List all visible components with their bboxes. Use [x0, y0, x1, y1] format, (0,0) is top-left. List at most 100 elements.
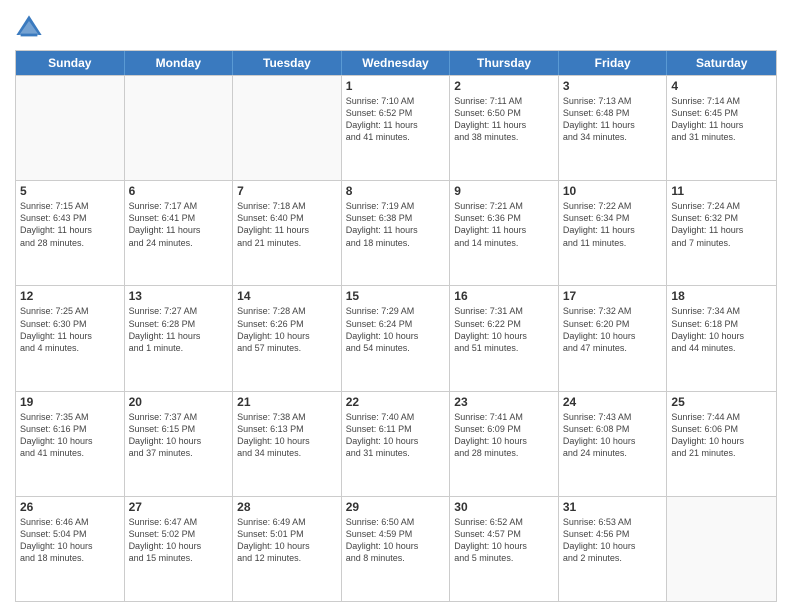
day-cell-28: 28 Sunrise: 6:49 AM Sunset: 5:01 PM Dayli… — [233, 497, 342, 601]
day-number: 30 — [454, 500, 554, 514]
day-cell-1: 1 Sunrise: 7:10 AM Sunset: 6:52 PM Daylig… — [342, 76, 451, 180]
day-info: Sunrise: 7:38 AM Sunset: 6:13 PM Dayligh… — [237, 411, 337, 460]
day-cell-13: 13 Sunrise: 7:27 AM Sunset: 6:28 PM Dayli… — [125, 286, 234, 390]
day-cell-27: 27Sunrise: 6:47 AM Sunset: 5:02 PM Dayli… — [125, 497, 234, 601]
day-cell-29: 29 Sunrise: 6:50 AM Sunset: 4:59 PM Dayli… — [342, 497, 451, 601]
day-number: 12 — [20, 289, 120, 303]
day-info: Sunrise: 7:14 AM Sunset: 6:45 PM Dayligh… — [671, 95, 772, 144]
header-day-tuesday: Tuesday — [233, 51, 342, 75]
day-cell-5: 5Sunrise: 7:15 AM Sunset: 6:43 PM Daylig… — [16, 181, 125, 285]
day-info: Sunrise: 7:22 AM Sunset: 6:34 PM Dayligh… — [563, 200, 663, 249]
day-number: 28 — [237, 500, 337, 514]
day-cell-8: 8Sunrise: 7:19 AM Sunset: 6:38 PM Daylig… — [342, 181, 451, 285]
day-cell-30: 30 Sunrise: 6:52 AM Sunset: 4:57 PM Dayli… — [450, 497, 559, 601]
day-cell-11: 11Sunrise: 7:24 AM Sunset: 6:32 PM Dayli… — [667, 181, 776, 285]
day-info: Sunrise: 6:52 AM Sunset: 4:57 PM Dayligh… — [454, 516, 554, 565]
day-info: Sunrise: 7:13 AM Sunset: 6:48 PM Dayligh… — [563, 95, 663, 144]
day-info: Sunrise: 6:50 AM Sunset: 4:59 PM Dayligh… — [346, 516, 446, 565]
day-info: Sunrise: 7:31 AM Sunset: 6:22 PM Dayligh… — [454, 305, 554, 354]
day-number: 5 — [20, 184, 120, 198]
header-day-thursday: Thursday — [450, 51, 559, 75]
day-cell-16: 16 Sunrise: 7:31 AM Sunset: 6:22 PM Dayli… — [450, 286, 559, 390]
header-day-monday: Monday — [125, 51, 234, 75]
day-cell-15: 15Sunrise: 7:29 AM Sunset: 6:24 PM Dayli… — [342, 286, 451, 390]
day-number: 21 — [237, 395, 337, 409]
day-number: 24 — [563, 395, 663, 409]
calendar-body: 1 Sunrise: 7:10 AM Sunset: 6:52 PM Daylig… — [16, 75, 776, 601]
day-info: Sunrise: 6:49 AM Sunset: 5:01 PM Dayligh… — [237, 516, 337, 565]
day-number: 20 — [129, 395, 229, 409]
day-info: Sunrise: 6:53 AM Sunset: 4:56 PM Dayligh… — [563, 516, 663, 565]
day-number: 31 — [563, 500, 663, 514]
day-number: 13 — [129, 289, 229, 303]
day-number: 8 — [346, 184, 446, 198]
day-cell-9: 9Sunrise: 7:21 AM Sunset: 6:36 PM Daylig… — [450, 181, 559, 285]
day-number: 6 — [129, 184, 229, 198]
day-cell-25: 25 Sunrise: 7:44 AM Sunset: 6:06 PM Dayli… — [667, 392, 776, 496]
calendar-header: SundayMondayTuesdayWednesdayThursdayFrid… — [16, 51, 776, 75]
empty-cell — [233, 76, 342, 180]
day-info: Sunrise: 7:10 AM Sunset: 6:52 PM Dayligh… — [346, 95, 446, 144]
day-cell-2: 2 Sunrise: 7:11 AM Sunset: 6:50 PM Daylig… — [450, 76, 559, 180]
day-info: Sunrise: 7:17 AM Sunset: 6:41 PM Dayligh… — [129, 200, 229, 249]
day-info: Sunrise: 7:18 AM Sunset: 6:40 PM Dayligh… — [237, 200, 337, 249]
day-info: Sunrise: 7:44 AM Sunset: 6:06 PM Dayligh… — [671, 411, 772, 460]
day-number: 26 — [20, 500, 120, 514]
week-row-2: 12 Sunrise: 7:25 AM Sunset: 6:30 PM Dayli… — [16, 285, 776, 390]
day-cell-6: 6 Sunrise: 7:17 AM Sunset: 6:41 PM Daylig… — [125, 181, 234, 285]
header-day-sunday: Sunday — [16, 51, 125, 75]
day-info: Sunrise: 7:21 AM Sunset: 6:36 PM Dayligh… — [454, 200, 554, 249]
day-cell-17: 17Sunrise: 7:32 AM Sunset: 6:20 PM Dayli… — [559, 286, 668, 390]
header-day-wednesday: Wednesday — [342, 51, 451, 75]
day-number: 1 — [346, 79, 446, 93]
day-number: 14 — [237, 289, 337, 303]
empty-cell — [16, 76, 125, 180]
day-info: Sunrise: 7:28 AM Sunset: 6:26 PM Dayligh… — [237, 305, 337, 354]
day-cell-10: 10 Sunrise: 7:22 AM Sunset: 6:34 PM Dayli… — [559, 181, 668, 285]
day-cell-22: 22Sunrise: 7:40 AM Sunset: 6:11 PM Dayli… — [342, 392, 451, 496]
day-cell-18: 18 Sunrise: 7:34 AM Sunset: 6:18 PM Dayli… — [667, 286, 776, 390]
day-number: 15 — [346, 289, 446, 303]
day-cell-31: 31 Sunrise: 6:53 AM Sunset: 4:56 PM Dayli… — [559, 497, 668, 601]
day-info: Sunrise: 7:27 AM Sunset: 6:28 PM Dayligh… — [129, 305, 229, 354]
day-info: Sunrise: 6:47 AM Sunset: 5:02 PM Dayligh… — [129, 516, 229, 565]
day-number: 23 — [454, 395, 554, 409]
day-cell-7: 7 Sunrise: 7:18 AM Sunset: 6:40 PM Daylig… — [233, 181, 342, 285]
day-cell-4: 4Sunrise: 7:14 AM Sunset: 6:45 PM Daylig… — [667, 76, 776, 180]
day-cell-14: 14 Sunrise: 7:28 AM Sunset: 6:26 PM Dayli… — [233, 286, 342, 390]
logo-icon — [15, 14, 43, 42]
day-info: Sunrise: 7:40 AM Sunset: 6:11 PM Dayligh… — [346, 411, 446, 460]
day-info: Sunrise: 7:34 AM Sunset: 6:18 PM Dayligh… — [671, 305, 772, 354]
calendar: SundayMondayTuesdayWednesdayThursdayFrid… — [15, 50, 777, 602]
day-info: Sunrise: 7:25 AM Sunset: 6:30 PM Dayligh… — [20, 305, 120, 354]
day-cell-20: 20Sunrise: 7:37 AM Sunset: 6:15 PM Dayli… — [125, 392, 234, 496]
day-number: 7 — [237, 184, 337, 198]
day-info: Sunrise: 7:24 AM Sunset: 6:32 PM Dayligh… — [671, 200, 772, 249]
day-number: 2 — [454, 79, 554, 93]
day-info: Sunrise: 6:46 AM Sunset: 5:04 PM Dayligh… — [20, 516, 120, 565]
day-cell-12: 12 Sunrise: 7:25 AM Sunset: 6:30 PM Dayli… — [16, 286, 125, 390]
day-info: Sunrise: 7:32 AM Sunset: 6:20 PM Dayligh… — [563, 305, 663, 354]
week-row-0: 1 Sunrise: 7:10 AM Sunset: 6:52 PM Daylig… — [16, 75, 776, 180]
day-number: 3 — [563, 79, 663, 93]
day-number: 18 — [671, 289, 772, 303]
header — [15, 10, 777, 42]
day-cell-21: 21 Sunrise: 7:38 AM Sunset: 6:13 PM Dayli… — [233, 392, 342, 496]
header-day-saturday: Saturday — [667, 51, 776, 75]
day-cell-23: 23 Sunrise: 7:41 AM Sunset: 6:09 PM Dayli… — [450, 392, 559, 496]
day-info: Sunrise: 7:41 AM Sunset: 6:09 PM Dayligh… — [454, 411, 554, 460]
empty-cell — [125, 76, 234, 180]
day-info: Sunrise: 7:11 AM Sunset: 6:50 PM Dayligh… — [454, 95, 554, 144]
day-number: 10 — [563, 184, 663, 198]
day-cell-19: 19 Sunrise: 7:35 AM Sunset: 6:16 PM Dayli… — [16, 392, 125, 496]
day-number: 25 — [671, 395, 772, 409]
day-number: 19 — [20, 395, 120, 409]
page: SundayMondayTuesdayWednesdayThursdayFrid… — [0, 0, 792, 612]
day-info: Sunrise: 7:35 AM Sunset: 6:16 PM Dayligh… — [20, 411, 120, 460]
week-row-1: 5Sunrise: 7:15 AM Sunset: 6:43 PM Daylig… — [16, 180, 776, 285]
week-row-4: 26 Sunrise: 6:46 AM Sunset: 5:04 PM Dayli… — [16, 496, 776, 601]
empty-cell — [667, 497, 776, 601]
day-number: 16 — [454, 289, 554, 303]
header-day-friday: Friday — [559, 51, 668, 75]
day-number: 29 — [346, 500, 446, 514]
